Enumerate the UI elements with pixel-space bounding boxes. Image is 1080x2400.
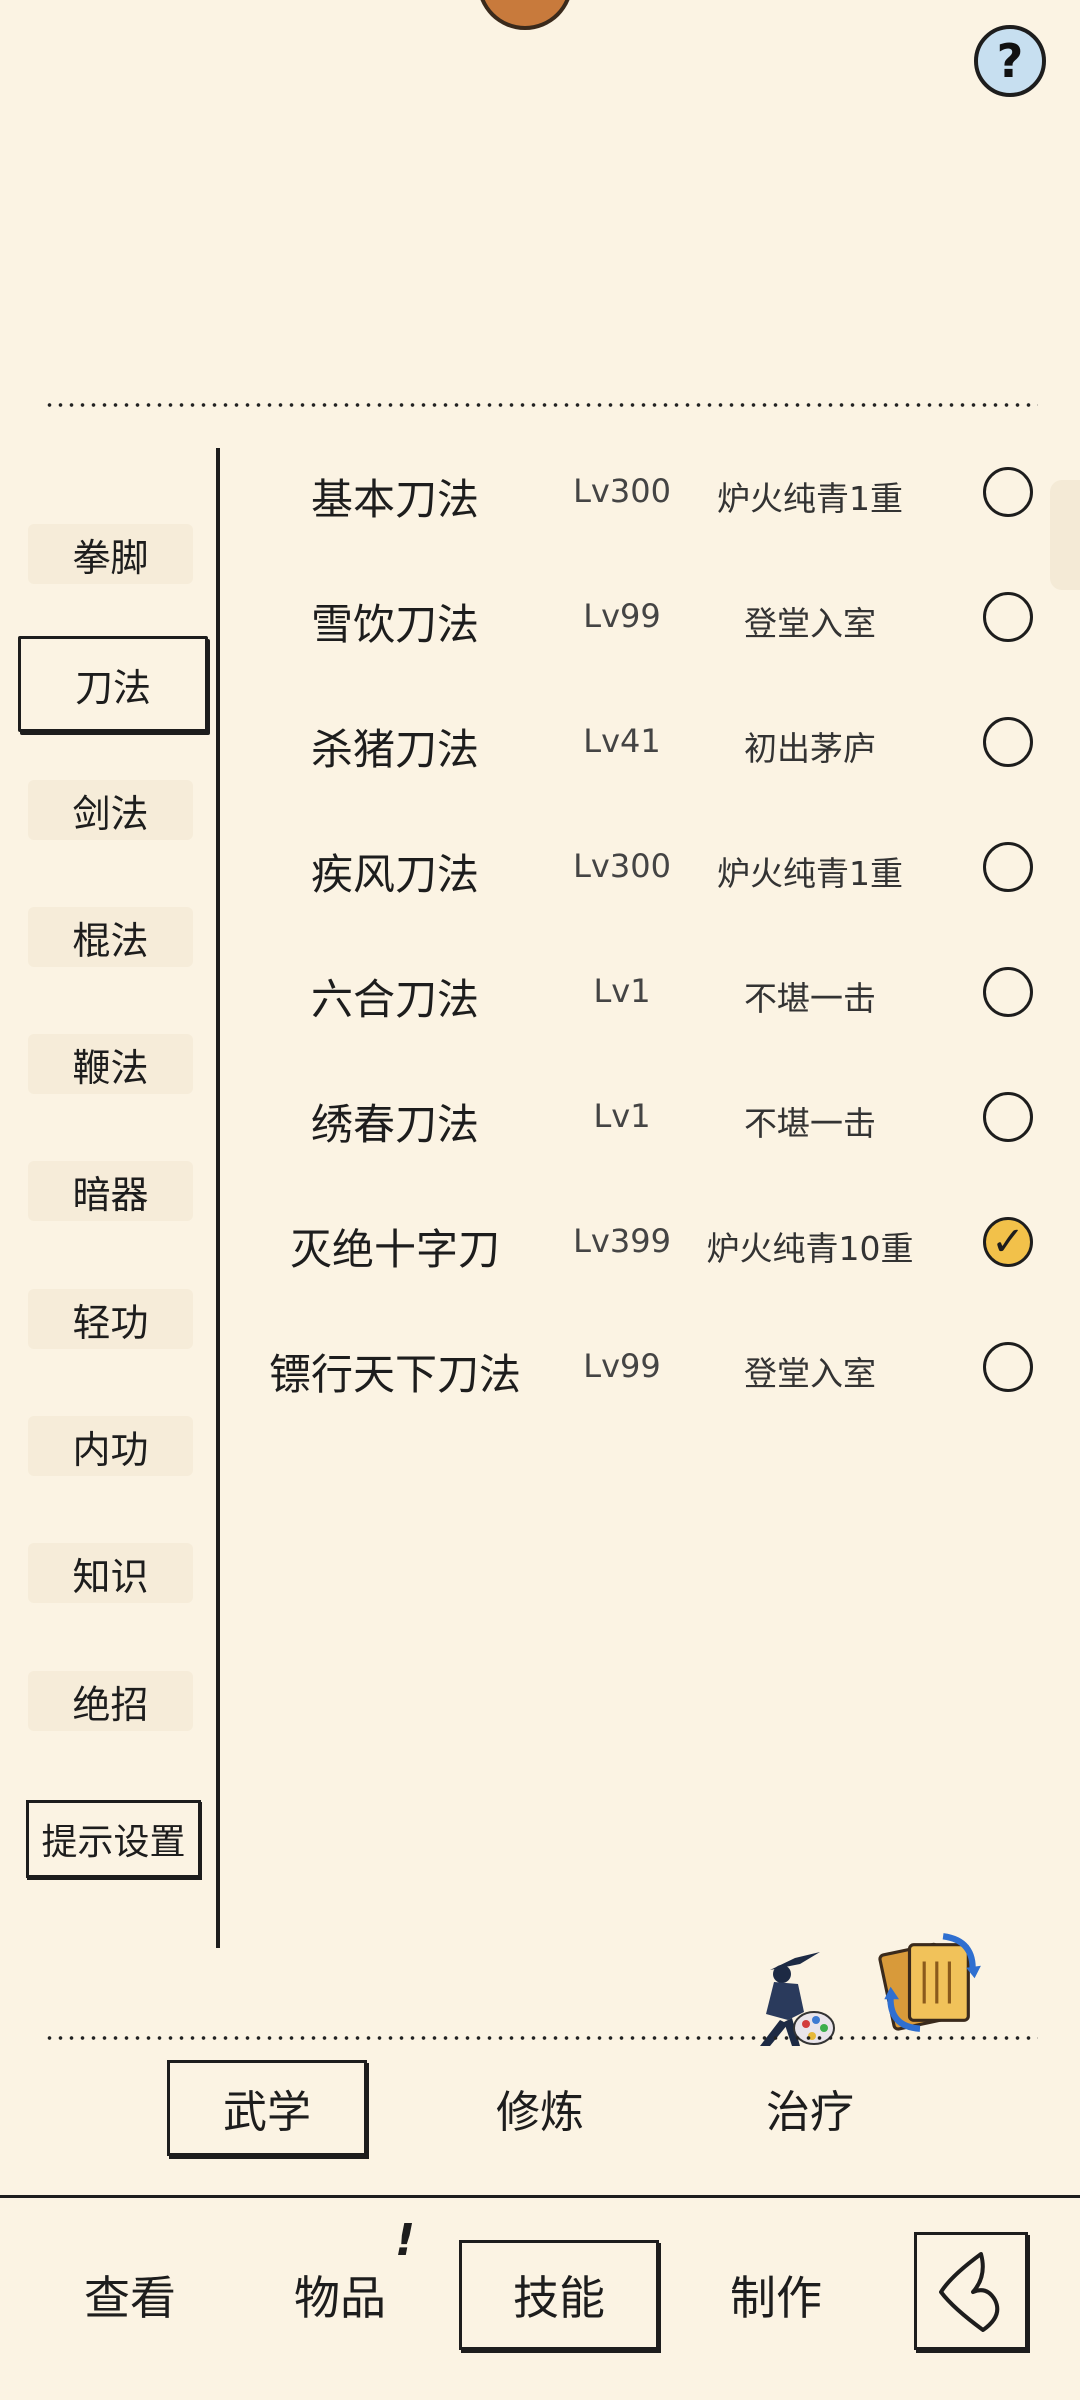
skill-level: Lv300 xyxy=(573,472,671,510)
sidebar-divider xyxy=(216,448,220,1948)
sidebar-item-label: 刀法 xyxy=(74,665,151,710)
nav-label: 制作 xyxy=(730,2271,822,2325)
skill-name: 灭绝十字刀 xyxy=(289,1225,500,1274)
skill-row[interactable]: 基本刀法 Lv300 炉火纯青1重 xyxy=(240,442,1040,542)
tab-label: 修炼 xyxy=(496,2087,584,2138)
sidebar-item-zhishi[interactable]: 知识 xyxy=(28,1543,193,1603)
sidebar-item-label: 绝招 xyxy=(72,1682,149,1727)
ninja-palette-icon[interactable] xyxy=(740,1950,840,2050)
skill-rank: 炉火纯青1重 xyxy=(717,854,903,893)
nav-craft[interactable]: 制作 xyxy=(676,2240,876,2350)
hint-settings-button[interactable]: 提示设置 xyxy=(26,1800,201,1878)
nav-label: 查看 xyxy=(84,2271,176,2325)
skill-name: 绣春刀法 xyxy=(310,1100,479,1149)
skill-level: Lv1 xyxy=(593,972,651,1010)
skill-rank: 炉火纯青1重 xyxy=(717,479,903,518)
sidebar-item-label: 轻功 xyxy=(72,1300,149,1345)
back-button[interactable] xyxy=(914,2232,1028,2350)
sidebar-item-juezhao[interactable]: 绝招 xyxy=(28,1671,193,1731)
sidebar-item-qinggong[interactable]: 轻功 xyxy=(28,1289,193,1349)
equip-radio[interactable] xyxy=(983,1342,1033,1392)
sidebar-item-label: 鞭法 xyxy=(72,1045,149,1090)
nav-view[interactable]: 查看 xyxy=(30,2240,230,2350)
skill-rank: 初出茅庐 xyxy=(744,729,876,768)
divider-top xyxy=(44,403,1038,407)
skill-row[interactable]: 六合刀法 Lv1 不堪一击 xyxy=(240,942,1040,1042)
skill-name: 六合刀法 xyxy=(310,975,479,1024)
nav-label: 技能 xyxy=(513,2271,605,2325)
skill-level: Lv1 xyxy=(593,1097,651,1135)
sidebar-item-label: 棍法 xyxy=(72,918,149,963)
hint-settings-label: 提示设置 xyxy=(41,1822,186,1863)
checkmark-icon: ✓ xyxy=(991,1219,1025,1265)
equip-radio[interactable] xyxy=(983,1092,1033,1142)
sidebar-item-label: 暗器 xyxy=(72,1172,149,1217)
skill-row[interactable]: 疾风刀法 Lv300 炉火纯青1重 xyxy=(240,817,1040,917)
sidebar-item-label: 内功 xyxy=(72,1427,149,1472)
character-avatar-icon[interactable] xyxy=(477,0,573,30)
skill-name: 杀猪刀法 xyxy=(310,725,479,774)
skill-row[interactable]: 杀猪刀法 Lv41 初出茅庐 xyxy=(240,692,1040,792)
skill-rank: 不堪一击 xyxy=(744,1104,876,1143)
equip-radio[interactable] xyxy=(983,592,1033,642)
tab-label: 武学 xyxy=(223,2087,311,2138)
divider-bottom xyxy=(44,2036,1038,2040)
skill-rank: 登堂入室 xyxy=(744,1354,876,1393)
book-swap-icon[interactable] xyxy=(878,1930,983,2035)
tab-zhiliao[interactable]: 治疗 xyxy=(710,2060,910,2156)
equip-radio[interactable] xyxy=(983,967,1033,1017)
sidebar-item-jianfa[interactable]: 剑法 xyxy=(28,780,193,840)
skill-level: Lv41 xyxy=(583,722,661,760)
skill-level: Lv300 xyxy=(573,847,671,885)
sidebar-item-anqi[interactable]: 暗器 xyxy=(28,1161,193,1221)
skill-row[interactable]: 绣春刀法 Lv1 不堪一击 xyxy=(240,1067,1040,1167)
skill-row[interactable]: 镖行天下刀法 Lv99 登堂入室 xyxy=(240,1317,1040,1417)
sidebar-item-gunfa[interactable]: 棍法 xyxy=(28,907,193,967)
skill-name: 基本刀法 xyxy=(310,475,479,524)
equip-radio[interactable] xyxy=(983,717,1033,767)
skill-rank: 不堪一击 xyxy=(744,979,876,1018)
skill-rank: 登堂入室 xyxy=(744,604,876,643)
sidebar-item-neigong[interactable]: 内功 xyxy=(28,1416,193,1476)
tab-label: 治疗 xyxy=(766,2087,854,2138)
sidebar-item-label: 知识 xyxy=(72,1554,149,1599)
equip-radio-checked[interactable]: ✓ xyxy=(983,1217,1033,1267)
sidebar-item-daofa[interactable]: 刀法 xyxy=(18,636,208,732)
help-button[interactable]: ? xyxy=(974,25,1046,97)
skill-level: Lv399 xyxy=(573,1222,671,1260)
nav-skills[interactable]: 技能 xyxy=(459,2240,659,2350)
skill-name: 疾风刀法 xyxy=(310,850,479,899)
sidebar-item-quanjiao[interactable]: 拳脚 xyxy=(28,524,193,584)
skill-row[interactable]: 雪饮刀法 Lv99 登堂入室 xyxy=(240,567,1040,667)
skill-name: 雪饮刀法 xyxy=(310,600,479,649)
question-icon: ? xyxy=(996,34,1024,88)
skill-name: 镖行天下刀法 xyxy=(268,1350,521,1399)
back-arrow-icon xyxy=(939,2252,1000,2332)
items-alert-badge: ! xyxy=(395,2215,416,2266)
skill-level: Lv99 xyxy=(583,1347,661,1385)
equip-radio[interactable] xyxy=(983,842,1033,892)
equip-radio[interactable] xyxy=(983,467,1033,517)
scroll-handle[interactable] xyxy=(1050,480,1080,590)
skill-row[interactable]: 灭绝十字刀 Lv399 炉火纯青10重 ✓ xyxy=(240,1192,1040,1292)
nav-label: 物品 xyxy=(294,2271,386,2325)
sidebar-item-label: 拳脚 xyxy=(72,535,149,580)
tab-wuxue[interactable]: 武学 xyxy=(167,2060,367,2156)
skill-level: Lv99 xyxy=(583,597,661,635)
sidebar-item-bianfa[interactable]: 鞭法 xyxy=(28,1034,193,1094)
sidebar-item-label: 剑法 xyxy=(72,791,149,836)
tab-xiulian[interactable]: 修炼 xyxy=(440,2060,640,2156)
skill-rank: 炉火纯青10重 xyxy=(706,1229,914,1268)
